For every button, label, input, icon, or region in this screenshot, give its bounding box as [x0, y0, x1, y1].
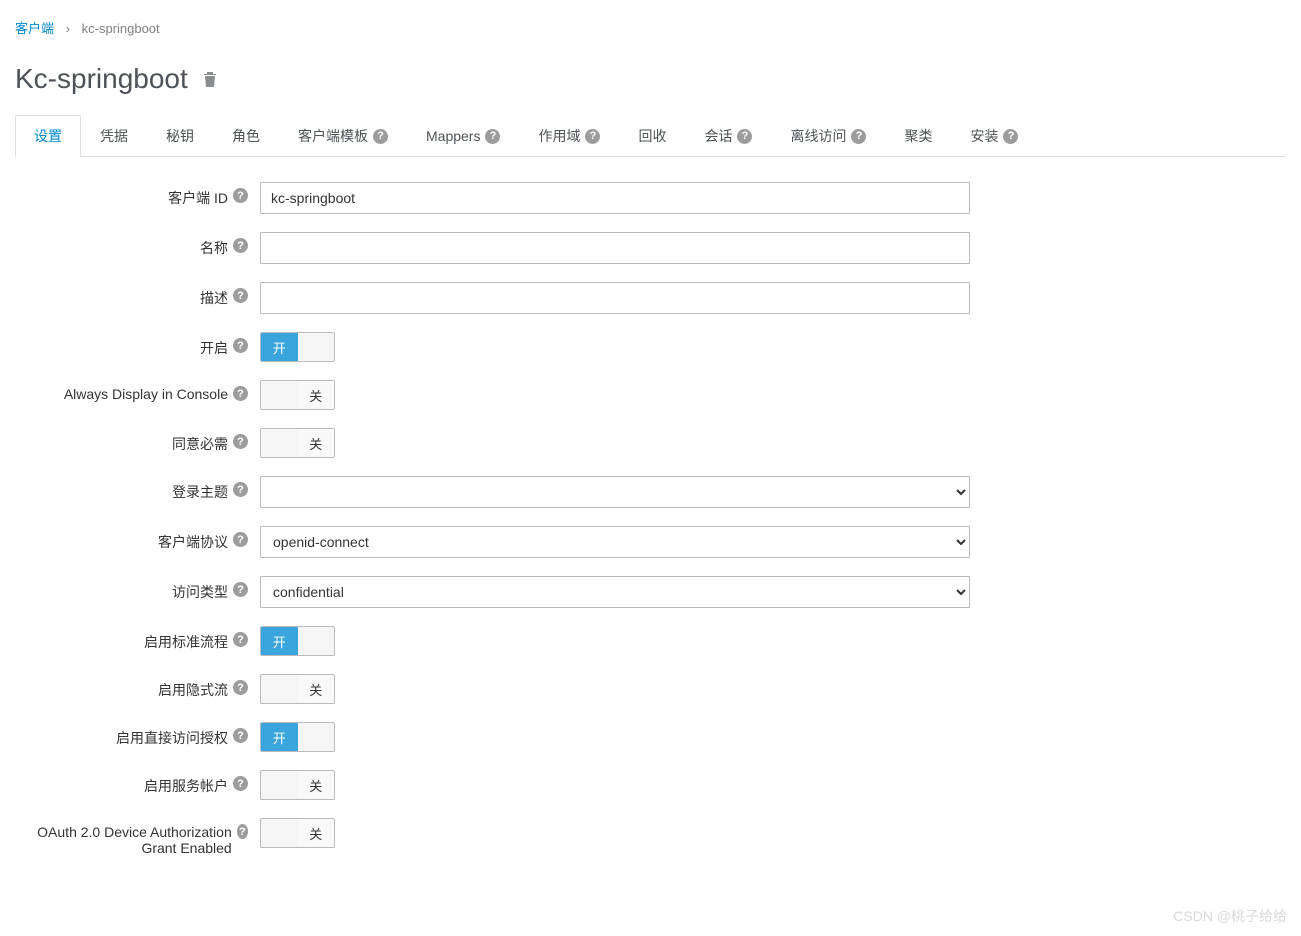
help-icon[interactable]: ?	[233, 582, 248, 597]
tab-回收[interactable]: 回收	[619, 115, 685, 157]
protocol-label: 客户端协议?	[15, 526, 260, 552]
tab-离线访问[interactable]: 离线访问?	[771, 115, 885, 157]
service-accounts-toggle[interactable]: 开关	[260, 770, 335, 800]
help-icon[interactable]: ?	[233, 680, 248, 695]
breadcrumb-separator: ›	[66, 21, 70, 36]
tab-安装[interactable]: 安装?	[951, 115, 1037, 157]
description-label: 描述?	[15, 282, 260, 308]
tab-作用域[interactable]: 作用域?	[519, 115, 619, 157]
help-icon[interactable]: ?	[233, 482, 248, 497]
help-icon[interactable]: ?	[233, 338, 248, 353]
always-display-toggle[interactable]: 开关	[260, 380, 335, 410]
help-icon[interactable]: ?	[233, 532, 248, 547]
settings-form: 客户端 ID? 名称? 描述? 开启? 开关 Always Display in…	[15, 157, 1286, 899]
help-icon[interactable]: ?	[233, 386, 248, 401]
help-icon[interactable]: ?	[237, 824, 248, 839]
help-icon[interactable]: ?	[585, 129, 600, 144]
breadcrumb-current: kc-springboot	[82, 21, 160, 36]
access-type-label: 访问类型?	[15, 576, 260, 602]
client-id-input[interactable]	[260, 182, 970, 214]
standard-flow-toggle[interactable]: 开关	[260, 626, 335, 656]
page-title: Kc-springboot	[15, 63, 1286, 95]
name-input[interactable]	[260, 232, 970, 264]
tabs: 设置凭据秘钥角色客户端模板?Mappers?作用域?回收会话?离线访问?聚类安装…	[15, 115, 1286, 157]
tab-聚类[interactable]: 聚类	[885, 115, 951, 157]
login-theme-select[interactable]	[260, 476, 970, 508]
description-input[interactable]	[260, 282, 970, 314]
help-icon[interactable]: ?	[233, 238, 248, 253]
enabled-toggle[interactable]: 开关	[260, 332, 335, 362]
standard-flow-label: 启用标准流程?	[15, 626, 260, 652]
client-id-label: 客户端 ID?	[15, 182, 260, 208]
tab-客户端模板[interactable]: 客户端模板?	[279, 115, 407, 157]
tab-设置[interactable]: 设置	[15, 115, 81, 157]
help-icon[interactable]: ?	[737, 129, 752, 144]
always-display-label: Always Display in Console?	[15, 380, 260, 402]
implicit-flow-label: 启用隐式流?	[15, 674, 260, 700]
tab-角色[interactable]: 角色	[213, 115, 279, 157]
help-icon[interactable]: ?	[233, 434, 248, 449]
consent-label: 同意必需?	[15, 428, 260, 454]
enabled-label: 开启?	[15, 332, 260, 358]
trash-icon[interactable]	[202, 63, 218, 95]
oauth-device-label: OAuth 2.0 Device Authorization Grant Ena…	[15, 818, 260, 856]
help-icon[interactable]: ?	[485, 129, 500, 144]
direct-access-toggle[interactable]: 开关	[260, 722, 335, 752]
tab-会话[interactable]: 会话?	[685, 115, 771, 157]
protocol-select[interactable]: openid-connect	[260, 526, 970, 558]
help-icon[interactable]: ?	[233, 288, 248, 303]
breadcrumb: 客户端 › kc-springboot	[15, 10, 1286, 45]
help-icon[interactable]: ?	[233, 728, 248, 743]
tab-Mappers[interactable]: Mappers?	[407, 115, 519, 157]
page-title-text: Kc-springboot	[15, 63, 188, 95]
help-icon[interactable]: ?	[851, 129, 866, 144]
implicit-flow-toggle[interactable]: 开关	[260, 674, 335, 704]
watermark: CSDN @桃子给给	[1173, 906, 1287, 926]
breadcrumb-parent-link[interactable]: 客户端	[15, 21, 54, 36]
help-icon[interactable]: ?	[233, 188, 248, 203]
help-icon[interactable]: ?	[1003, 129, 1018, 144]
tab-秘钥[interactable]: 秘钥	[147, 115, 213, 157]
help-icon[interactable]: ?	[233, 632, 248, 647]
direct-access-label: 启用直接访问授权?	[15, 722, 260, 748]
tab-凭据[interactable]: 凭据	[81, 115, 147, 157]
consent-toggle[interactable]: 开关	[260, 428, 335, 458]
help-icon[interactable]: ?	[233, 776, 248, 791]
oauth-device-toggle[interactable]: 开关	[260, 818, 335, 848]
name-label: 名称?	[15, 232, 260, 258]
service-accounts-label: 启用服务帐户?	[15, 770, 260, 796]
help-icon[interactable]: ?	[373, 129, 388, 144]
access-type-select[interactable]: confidential	[260, 576, 970, 608]
login-theme-label: 登录主题?	[15, 476, 260, 502]
